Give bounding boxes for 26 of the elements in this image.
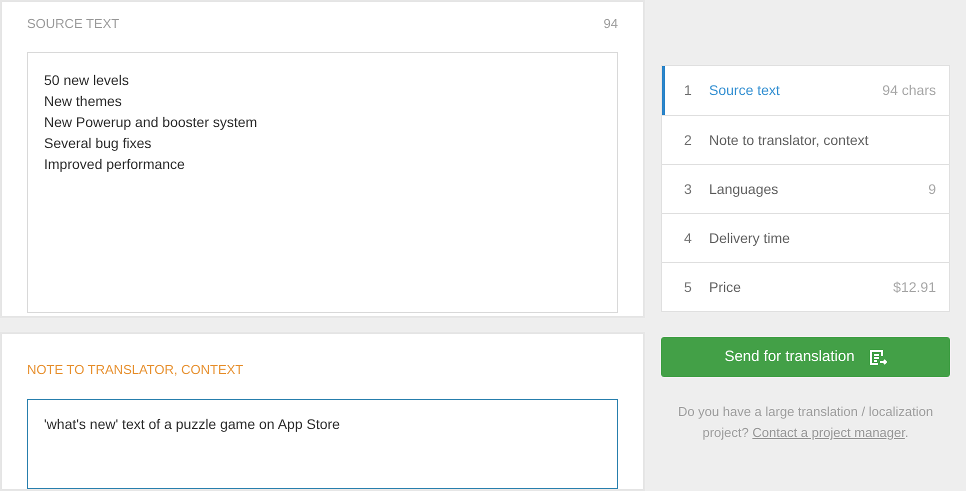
step-value: 94 chars xyxy=(882,81,936,100)
step-item[interactable]: 1 Source text 94 chars xyxy=(662,66,949,115)
step-item[interactable]: 4 Delivery time xyxy=(662,213,949,262)
document-arrow-icon xyxy=(868,348,887,366)
step-number: 4 xyxy=(684,228,693,248)
step-value: $12.91 xyxy=(893,278,936,296)
step-number: 1 xyxy=(684,81,693,100)
note-field[interactable]: 'what's new' text of a puzzle game on App Store xyxy=(27,399,618,489)
step-label: Price xyxy=(709,278,742,296)
step-item[interactable]: 3 Languages 9 xyxy=(662,164,949,213)
step-number: 3 xyxy=(684,180,693,198)
source-text-field[interactable]: 50 new levels New themes New Powerup and booster system Several bug fixes Improved performance xyxy=(27,52,618,312)
step-number: 2 xyxy=(684,130,693,150)
step-label: Note to translator, context xyxy=(709,130,870,150)
section-heading: SOURCE TEXT xyxy=(27,15,120,33)
step-label: Delivery time xyxy=(709,228,791,248)
step-label: Languages xyxy=(709,180,780,199)
help-text: Do you have a large translation / localization project? Contact a project manager. xyxy=(676,403,934,442)
step-label: Source text xyxy=(709,81,781,100)
section-heading: NOTE TO TRANSLATOR, CONTEXT xyxy=(27,360,244,378)
step-item[interactable]: 5 Price $12.91 xyxy=(662,262,949,311)
step-item[interactable]: 2 Note to translator, context xyxy=(662,115,949,164)
send-for-translation-button[interactable]: Send for translation xyxy=(661,337,950,377)
step-number: 5 xyxy=(684,278,693,296)
character-count: 94 xyxy=(604,15,618,33)
step-value: 9 xyxy=(928,180,936,198)
